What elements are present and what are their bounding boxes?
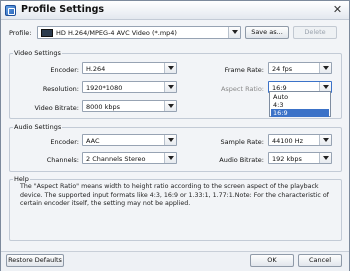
channels-label: Channels: <box>46 156 79 164</box>
close-icon[interactable]: ✕ <box>331 3 344 16</box>
window-title: Profile Settings <box>21 4 105 15</box>
profile-select[interactable]: HD H.264/MPEG-4 AVC Video (*.mp4) <box>37 26 241 39</box>
ok-button[interactable]: OK <box>250 254 294 267</box>
video-format-icon <box>41 29 53 37</box>
aspect-option-4-3[interactable]: 4:3 <box>271 101 329 109</box>
chevron-down-icon[interactable] <box>319 135 331 145</box>
video-encoder-select[interactable]: H.264 <box>82 62 177 74</box>
chevron-down-icon[interactable] <box>164 153 176 163</box>
sample-rate-value: 44100 Hz <box>272 136 304 145</box>
aspect-ratio-dropdown: Auto 4:3 16:9 <box>269 91 331 117</box>
audio-encoder-label: Encoder: <box>50 138 79 146</box>
video-bitrate-value: 8000 kbps <box>86 102 121 111</box>
audio-bitrate-value: 192 kbps <box>272 154 302 163</box>
audio-bitrate-select[interactable]: 192 kbps <box>268 152 332 164</box>
resolution-value: 1920*1080 <box>86 83 123 92</box>
sample-rate-select[interactable]: 44100 Hz <box>268 134 332 146</box>
chevron-down-icon[interactable] <box>164 82 176 92</box>
chevron-down-icon[interactable] <box>164 63 176 73</box>
channels-select[interactable]: 2 Channels Stereo <box>82 152 177 164</box>
save-as-button[interactable]: Save as... <box>245 26 289 39</box>
resolution-select[interactable]: 1920*1080 <box>82 81 177 93</box>
chevron-down-icon[interactable] <box>164 101 176 111</box>
video-settings-title: Video Settings <box>13 49 62 57</box>
aspect-option-auto[interactable]: Auto <box>271 93 329 101</box>
aspect-ratio-label: Aspect Ratio: <box>220 85 264 93</box>
chevron-down-icon[interactable] <box>319 153 331 163</box>
delete-button: Delete <box>293 26 337 39</box>
frame-rate-value: 24 fps <box>272 64 293 73</box>
sample-rate-label: Sample Rate: <box>220 138 264 146</box>
profile-settings-window: Profile Settings ✕ Profile: HD H.264/MPE… <box>0 0 350 271</box>
help-title: Help <box>13 175 30 183</box>
app-icon <box>5 5 16 16</box>
audio-settings-title: Audio Settings <box>13 123 63 131</box>
frame-rate-label: Frame Rate: <box>224 66 264 74</box>
channels-value: 2 Channels Stereo <box>86 154 146 163</box>
aspect-option-16-9[interactable]: 16:9 <box>271 109 329 117</box>
chevron-down-icon[interactable] <box>164 135 176 145</box>
frame-rate-select[interactable]: 24 fps <box>268 62 332 74</box>
profile-value: HD H.264/MPEG-4 AVC Video (*.mp4) <box>56 29 177 37</box>
cancel-button[interactable]: Cancel <box>298 254 342 267</box>
profile-label: Profile: <box>9 29 32 37</box>
resolution-label: Resolution: <box>42 85 79 93</box>
video-encoder-label: Encoder: <box>50 66 79 74</box>
video-bitrate-label: Video Bitrate: <box>34 104 79 112</box>
audio-encoder-value: AAC <box>86 136 100 145</box>
title-bar: Profile Settings ✕ <box>1 1 349 20</box>
chevron-down-icon[interactable] <box>228 27 240 38</box>
help-text: The "Aspect Ratio" means width to height… <box>20 183 329 207</box>
chevron-down-icon[interactable] <box>319 63 331 73</box>
restore-defaults-button[interactable]: Restore Defaults <box>6 254 64 267</box>
video-encoder-value: H.264 <box>86 64 106 73</box>
audio-bitrate-label: Audio Bitrate: <box>219 156 264 164</box>
video-bitrate-select[interactable]: 8000 kbps <box>82 100 177 112</box>
audio-encoder-select[interactable]: AAC <box>82 134 177 146</box>
